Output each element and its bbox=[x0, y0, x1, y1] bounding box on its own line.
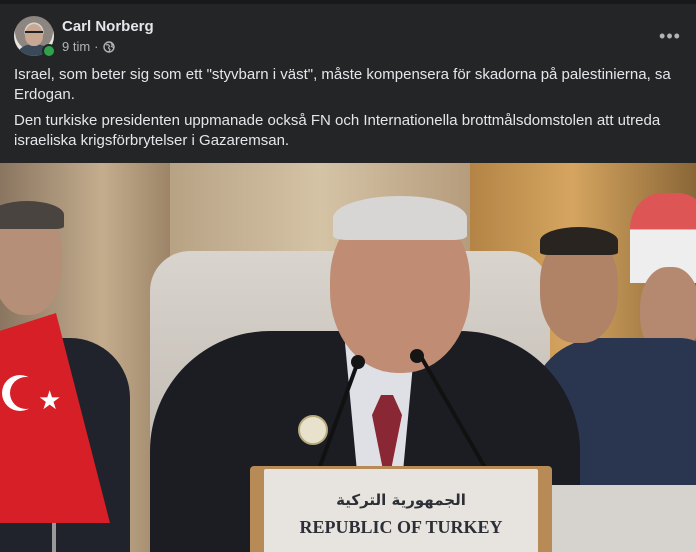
person-left-hair bbox=[0, 201, 64, 229]
feed-post: Carl Norberg 9 tim · ••• Israel, som bet… bbox=[0, 4, 696, 552]
flag-star-icon: ★ bbox=[38, 385, 62, 415]
person-right-hair bbox=[540, 227, 618, 255]
post-header: Carl Norberg 9 tim · ••• bbox=[14, 16, 684, 60]
post-meta: 9 tim · bbox=[62, 39, 115, 54]
more-options-icon: ••• bbox=[659, 25, 681, 46]
avatar-glasses bbox=[25, 31, 43, 37]
post-paragraph: Israel, som beter sig som ett "styvbarn … bbox=[14, 66, 671, 103]
online-status-indicator bbox=[42, 44, 56, 58]
placard-latin-text: REPUBLIC OF TURKEY bbox=[299, 516, 503, 537]
post-text: Israel, som beter sig som ett "styvbarn … bbox=[14, 65, 684, 157]
microphone-head-right bbox=[410, 349, 424, 363]
post-photo[interactable]: ★ الجمهورية التركية REPUBLIC OF TURKEY bbox=[0, 163, 696, 552]
name-placard: الجمهورية التركية REPUBLIC OF TURKEY bbox=[264, 469, 538, 552]
author-name[interactable]: Carl Norberg bbox=[62, 18, 154, 35]
lapel-badge bbox=[298, 415, 328, 445]
post-timestamp[interactable]: 9 tim bbox=[62, 39, 90, 54]
globe-icon[interactable] bbox=[102, 40, 115, 53]
desk-right bbox=[550, 485, 696, 552]
meta-separator: · bbox=[94, 39, 99, 54]
microphone-head-left bbox=[351, 355, 365, 369]
more-options-button[interactable]: ••• bbox=[656, 22, 684, 50]
post-paragraph: Den turkiske presidenten uppmanade också… bbox=[14, 112, 661, 149]
placard-arabic-text: الجمهورية التركية bbox=[336, 490, 466, 509]
speaker-hair bbox=[333, 196, 467, 240]
